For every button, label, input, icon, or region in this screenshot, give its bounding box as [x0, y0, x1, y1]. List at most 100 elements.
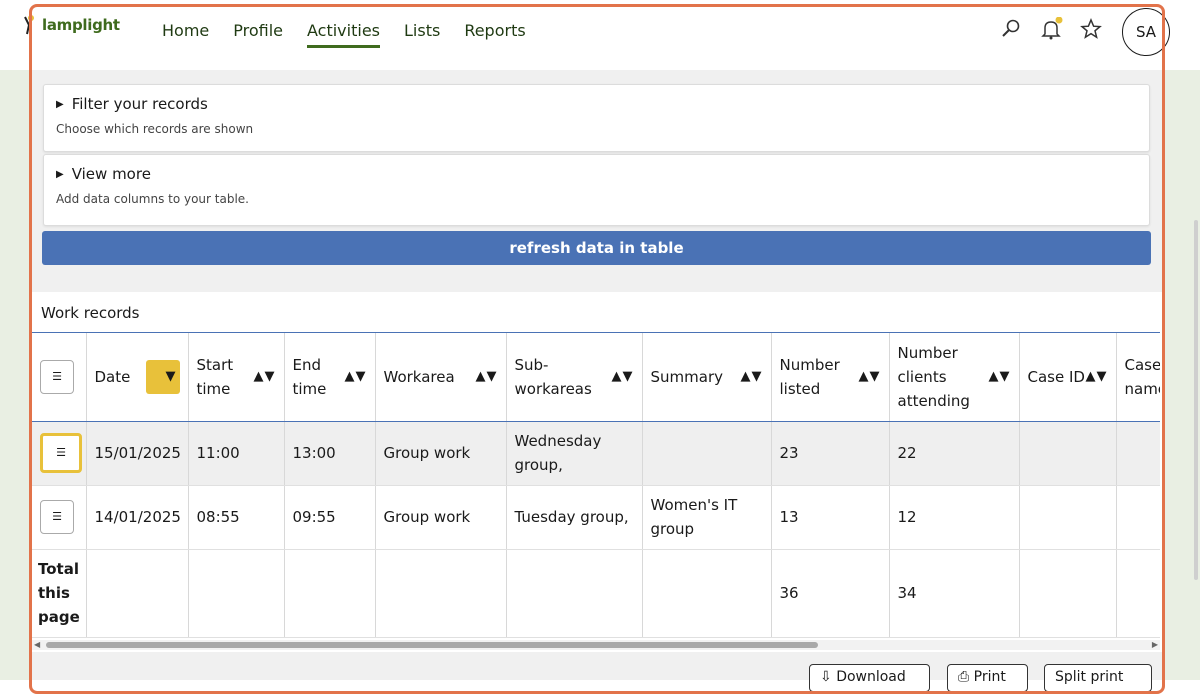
cell-number-listed: 13: [771, 485, 890, 550]
table-row[interactable]: ☰ 15/01/2025 11:00 13:00 Group work Wedn…: [32, 421, 1160, 486]
column-header-sub-workareas[interactable]: Sub-workareas ▲▼: [506, 333, 643, 422]
logo[interactable]: lamplight: [22, 14, 120, 36]
refresh-data-button[interactable]: refresh data in table: [42, 231, 1151, 265]
cell-total: [188, 548, 285, 638]
column-header-date[interactable]: Date ▼: [86, 333, 189, 422]
sort-arrows-icon[interactable]: ▲▼: [254, 365, 276, 389]
column-header-case-name[interactable]: Case name: [1116, 333, 1160, 422]
view-more-toggle[interactable]: ▶ View more: [56, 165, 151, 183]
work-records-table-wrapper: ☰ Date ▼ Start time ▲▼ End time ▲▼ Workarea…: [32, 332, 1160, 640]
nav-profile[interactable]: Profile: [221, 0, 295, 60]
view-more-panel[interactable]: ▶ View more Add data columns to your tab…: [43, 154, 1150, 226]
page-scrollbar[interactable]: [1194, 220, 1198, 580]
top-navigation: lamplight Home Profile Activities Lists …: [0, 0, 1200, 70]
cell-case-id: [1019, 485, 1117, 550]
cell-start-time: 08:55: [188, 485, 285, 550]
table-horizontal-scrollbar[interactable]: ◀ ▶: [32, 640, 1160, 650]
sort-arrows-icon[interactable]: ▲▼: [345, 365, 367, 389]
table-title: Work records: [41, 304, 140, 322]
column-header-summary[interactable]: Summary ▲▼: [642, 333, 772, 422]
nav-reports[interactable]: Reports: [452, 0, 537, 60]
cell-date: 14/01/2025: [86, 485, 189, 550]
column-header-number-listed[interactable]: Number listed ▲▼: [771, 333, 890, 422]
print-button[interactable]: ⎙ Print: [947, 664, 1028, 692]
work-records-card: Work records ☰ Date ▼ Start time ▲▼ End ti…: [30, 292, 1162, 652]
cell-total: [642, 548, 772, 638]
download-icon: ⇩: [820, 669, 837, 685]
cell-total-number-listed: 36: [771, 548, 890, 638]
cell-total-clients-attending: 34: [889, 548, 1020, 638]
notification-bell-icon[interactable]: [1038, 16, 1064, 42]
nav-activities[interactable]: Activities: [295, 0, 392, 60]
cell-number-clients-attending: 22: [889, 421, 1020, 486]
cell-date: 15/01/2025: [86, 421, 189, 486]
cell-case-id: [1019, 421, 1117, 486]
column-header-start-time[interactable]: Start time ▲▼: [188, 333, 285, 422]
cell-summary: [642, 421, 772, 486]
sort-arrows-icon[interactable]: ▲▼: [1086, 365, 1108, 389]
scroll-left-icon[interactable]: ◀: [34, 640, 40, 649]
totals-row: Total this page 36 34: [32, 548, 1160, 638]
row-menu-button[interactable]: ☰: [40, 433, 82, 473]
cell-case-name: [1116, 421, 1160, 486]
table-row[interactable]: ☰ 14/01/2025 08:55 09:55 Group work Tues…: [32, 485, 1160, 550]
table-header-row: ☰ Date ▼ Start time ▲▼ End time ▲▼ Workarea…: [32, 333, 1160, 422]
split-print-button[interactable]: Split print: [1044, 664, 1152, 692]
cell-number-listed: 23: [771, 421, 890, 486]
header-menu-cell: ☰: [32, 333, 87, 422]
sort-arrows-icon[interactable]: ▲▼: [989, 365, 1011, 389]
cell-total: [86, 548, 189, 638]
cell-case-name: [1116, 485, 1160, 550]
view-more-title: View more: [71, 165, 151, 183]
row-menu-cell: ☰: [32, 421, 87, 486]
cell-summary: Women's IT group: [642, 485, 772, 550]
column-header-number-clients-attending[interactable]: Number clients attending ▲▼: [889, 333, 1020, 422]
column-header-workarea[interactable]: Workarea ▲▼: [375, 333, 507, 422]
column-header-end-time[interactable]: End time ▲▼: [284, 333, 376, 422]
column-header-case-id[interactable]: Case ID ▲▼: [1019, 333, 1117, 422]
filter-panel-title: Filter your records: [71, 95, 208, 113]
view-more-subtitle: Add data columns to your table.: [56, 192, 249, 206]
scroll-right-icon[interactable]: ▶: [1152, 640, 1158, 649]
cell-workarea: Group work: [375, 421, 507, 486]
filter-panel[interactable]: ▶ Filter your records Choose which recor…: [43, 84, 1150, 152]
filter-panel-toggle[interactable]: ▶ Filter your records: [56, 95, 208, 113]
main-nav: Home Profile Activities Lists Reports: [150, 0, 538, 60]
main-content: ▶ Filter your records Choose which recor…: [30, 70, 1162, 692]
nav-home[interactable]: Home: [150, 0, 221, 60]
expand-triangle-icon: ▶: [56, 98, 64, 110]
sort-arrows-icon[interactable]: ▲▼: [612, 365, 634, 389]
cell-total: [375, 548, 507, 638]
row-menu-cell: ☰: [32, 485, 87, 550]
sort-arrows-icon[interactable]: ▲▼: [741, 365, 763, 389]
cell-total: [1019, 548, 1117, 638]
lamp-icon: [24, 15, 34, 35]
cell-end-time: 09:55: [284, 485, 376, 550]
nav-lists[interactable]: Lists: [392, 0, 452, 60]
cell-sub-workareas: Wednesday group,: [506, 421, 643, 486]
expand-triangle-icon: ▶: [56, 168, 64, 180]
cell-number-clients-attending: 12: [889, 485, 1020, 550]
scrollbar-thumb[interactable]: [46, 642, 818, 648]
user-avatar[interactable]: SA: [1122, 8, 1170, 56]
cell-sub-workareas: Tuesday group,: [506, 485, 643, 550]
printer-icon: ⎙: [958, 669, 974, 685]
cell-end-time: 13:00: [284, 421, 376, 486]
sort-descending-icon[interactable]: ▼: [145, 359, 180, 394]
work-records-table: ☰ Date ▼ Start time ▲▼ End time ▲▼ Workarea…: [32, 333, 1160, 638]
cell-start-time: 11:00: [188, 421, 285, 486]
totals-label: Total this page: [32, 548, 87, 638]
brand-name: lamplight: [42, 16, 120, 34]
cell-workarea: Group work: [375, 485, 507, 550]
sort-arrows-icon[interactable]: ▲▼: [859, 365, 881, 389]
sort-arrows-icon[interactable]: ▲▼: [476, 365, 498, 389]
filter-panel-subtitle: Choose which records are shown: [56, 122, 254, 136]
download-button[interactable]: ⇩ Download: [809, 664, 930, 692]
search-icon[interactable]: [998, 16, 1024, 42]
cell-total: [1116, 548, 1160, 638]
cell-total: [506, 548, 643, 638]
row-menu-button[interactable]: ☰: [40, 500, 74, 534]
column-menu-button[interactable]: ☰: [40, 359, 74, 394]
favourites-star-icon[interactable]: [1078, 16, 1104, 42]
cell-total: [284, 548, 376, 638]
